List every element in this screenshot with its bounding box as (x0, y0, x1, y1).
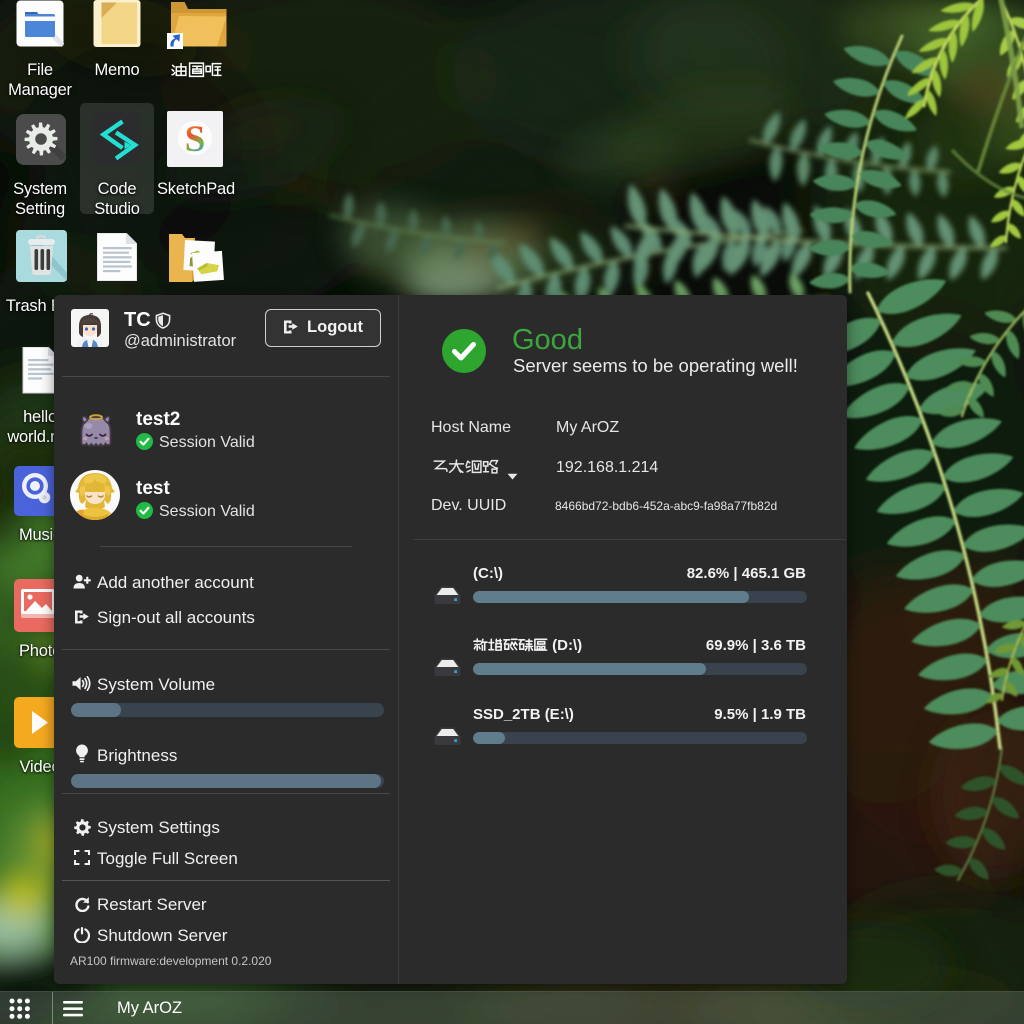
svg-text:S: S (185, 119, 206, 160)
